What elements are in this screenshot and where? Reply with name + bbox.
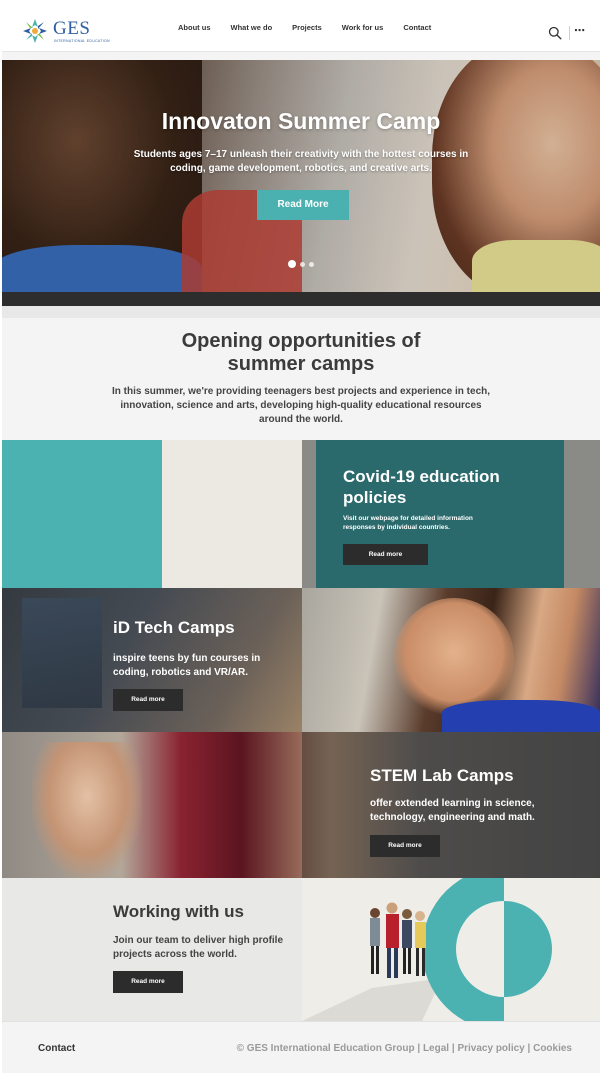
hero-description: Students ages 7–17 unleash their creativ… <box>133 149 469 174</box>
logo-text: GES <box>53 18 91 39</box>
covid-card: Covid-19 education policies Visit our we… <box>316 440 564 588</box>
hero-read-more-button[interactable]: Read More <box>257 190 349 220</box>
footer-legal-link[interactable]: Legal <box>423 1043 449 1054</box>
footer-contact-link[interactable]: Contact <box>38 1043 75 1054</box>
footer-separator: | <box>451 1043 455 1054</box>
idtech-section: iD Tech Camps inspire teens by fun cours… <box>2 588 600 732</box>
header-divider <box>569 26 570 40</box>
student-girl-photo-shirt <box>442 700 600 732</box>
stem-text: offer extended learning in science, tech… <box>370 798 535 823</box>
logo-subtext: INTERNATIONAL EDUCATION <box>54 39 110 43</box>
work-text: Join our team to deliver high profile pr… <box>113 935 284 960</box>
teal-block <box>2 440 162 588</box>
intro-title: Opening opportunities of summer camps <box>181 330 421 375</box>
nav-what-we-do[interactable]: What we do <box>231 23 273 32</box>
idtech-read-more-button[interactable]: Read more <box>113 689 183 711</box>
team-illustration-svg <box>302 878 600 1021</box>
work-title: Working with us <box>113 902 244 921</box>
main-nav: About us What we do Projects Work for us… <box>178 23 451 32</box>
work-read-more-button[interactable]: Read more <box>113 971 183 993</box>
footer-privacy-link[interactable]: Privacy policy <box>457 1043 524 1054</box>
work-section: Working with us Join our team to deliver… <box>2 878 600 1021</box>
carousel-dot-2[interactable] <box>300 261 305 267</box>
footer-separator: | <box>527 1043 531 1054</box>
footer-legal-links: © GES International Education Group | Le… <box>237 1043 572 1054</box>
footer-cookies-link[interactable]: Cookies <box>533 1043 572 1054</box>
stem-photo-face <box>32 742 142 878</box>
site-header: GES INTERNATIONAL EDUCATION About us Wha… <box>2 2 600 52</box>
intro-section: Opening opportunities of summer camps In… <box>2 318 600 440</box>
hero-overlay <box>2 60 600 292</box>
footer-separator: | <box>417 1043 421 1054</box>
covid-title: Covid-19 education policies <box>343 467 500 507</box>
idtech-photo-screen <box>22 598 102 708</box>
team-illustration <box>302 878 600 1021</box>
carousel-dot-3[interactable] <box>309 261 314 267</box>
carousel-dot-1[interactable] <box>288 260 296 268</box>
hero-bottom-bar <box>2 292 600 306</box>
nav-about-us[interactable]: About us <box>178 23 211 32</box>
nav-work-for-us[interactable]: Work for us <box>342 23 384 32</box>
site-footer: Contact © GES International Education Gr… <box>2 1021 600 1073</box>
stem-section: STEM Lab Camps offer extended learning i… <box>2 732 600 878</box>
stem-title: STEM Lab Camps <box>370 766 514 785</box>
beige-block <box>162 440 302 588</box>
search-icon[interactable] <box>548 26 562 40</box>
section-spacer <box>2 306 600 318</box>
page: GES INTERNATIONAL EDUCATION About us Wha… <box>2 2 600 1073</box>
carousel-dots <box>288 260 314 268</box>
ges-logo[interactable]: GES INTERNATIONAL EDUCATION <box>20 16 110 46</box>
footer-copyright: © GES International Education Group <box>236 1043 415 1054</box>
stem-read-more-button[interactable]: Read more <box>370 835 440 857</box>
nav-projects[interactable]: Projects <box>292 23 322 32</box>
covid-text: Visit our webpage for detailed informati… <box>343 515 473 531</box>
intro-text: In this summer, we're providing teenager… <box>111 386 491 425</box>
covid-read-more-button[interactable]: Read more <box>343 544 428 565</box>
hero-title: Innovaton Summer Camp <box>161 108 441 134</box>
logo-mark-icon <box>23 19 47 43</box>
team-people <box>370 902 426 978</box>
idtech-text: inspire teens by fun courses in coding, … <box>113 653 261 678</box>
more-menu-icon[interactable]: ⋯ <box>574 26 588 37</box>
hero-banner: Innovaton Summer Camp Students ages 7–17… <box>2 60 600 292</box>
nav-contact[interactable]: Contact <box>403 23 431 32</box>
idtech-title: iD Tech Camps <box>113 618 235 637</box>
covid-section: Covid-19 education policies Visit our we… <box>2 440 600 588</box>
